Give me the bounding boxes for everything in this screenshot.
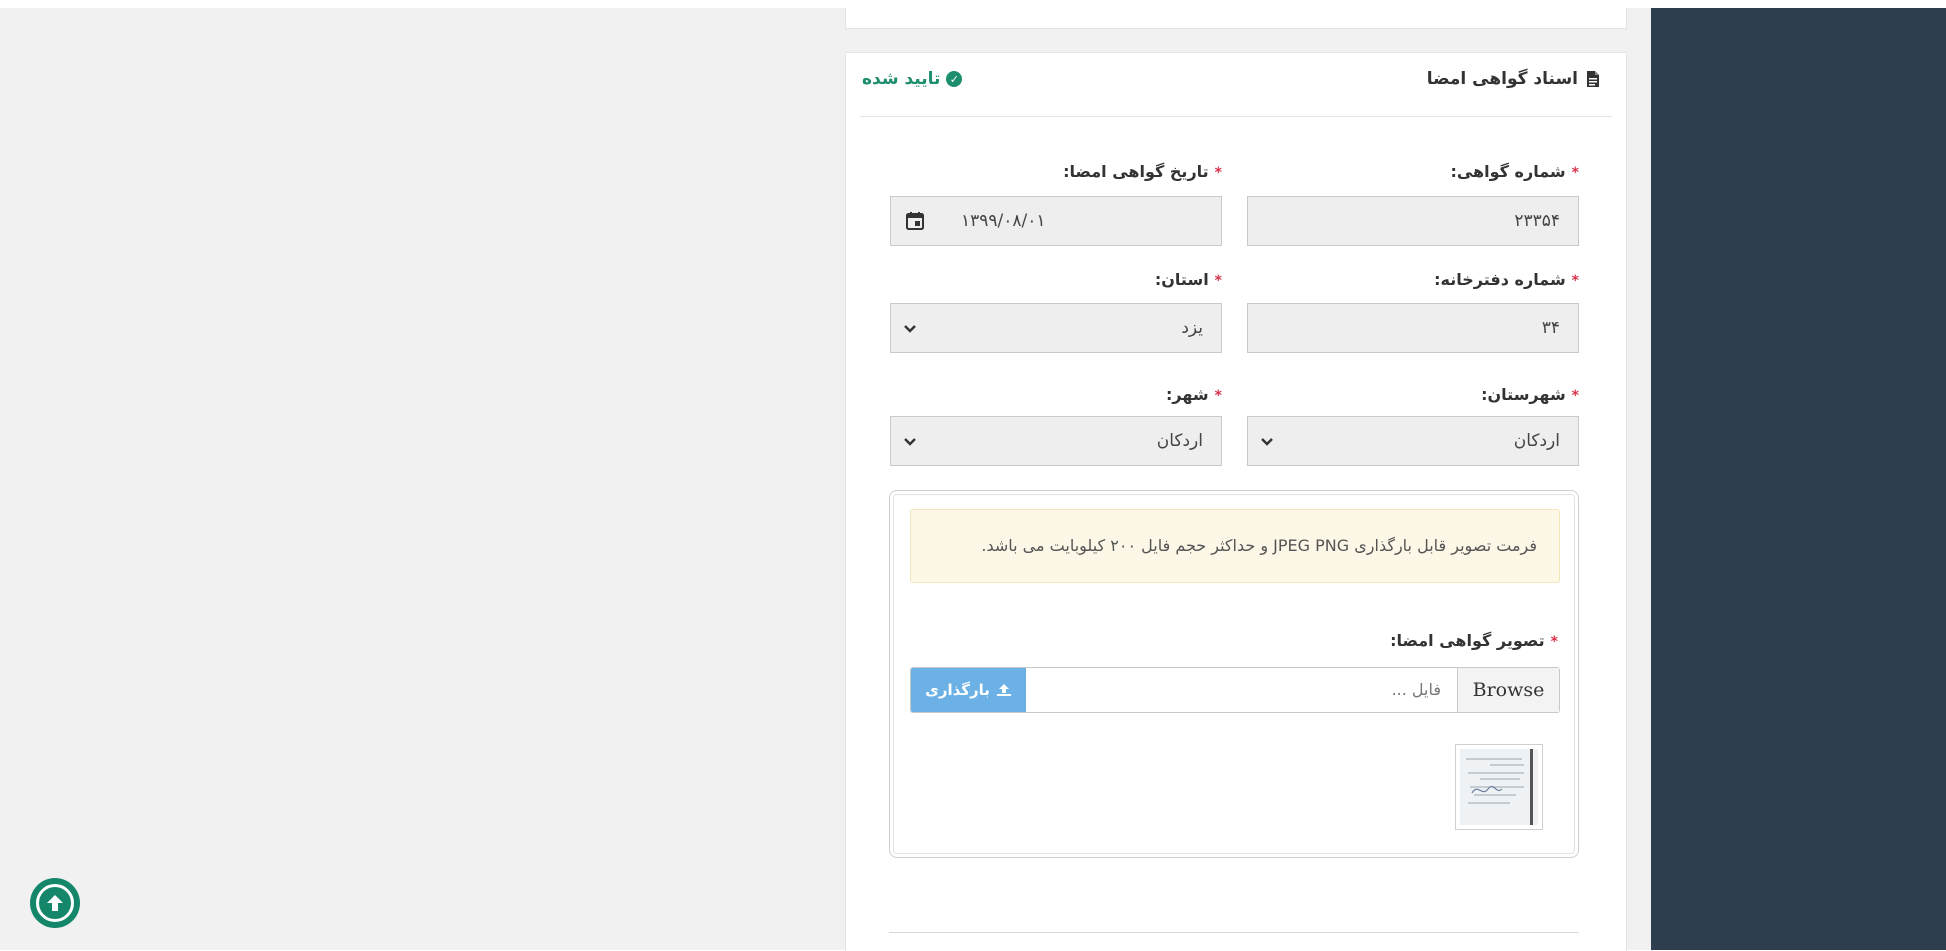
upload-panel: فرمت تصویر قابل بارگذاری JPEG PNG و حداک… — [889, 490, 1579, 858]
browse-button[interactable]: Browse — [1457, 668, 1559, 712]
signature-thumbnail-image — [1460, 749, 1538, 825]
status-text: تایید شده — [862, 69, 941, 89]
signature-thumbnail[interactable] — [1455, 744, 1543, 830]
file-input-group: بارگذاری فایل ... Browse — [910, 667, 1560, 713]
upload-notice: فرمت تصویر قابل بارگذاری JPEG PNG و حداک… — [910, 509, 1560, 583]
province-label: *استان: — [1154, 270, 1222, 289]
card-divider — [860, 116, 1612, 117]
upload-label: *تصویر گواهی امضا: — [1390, 631, 1558, 650]
certificate-number-label: *شماره گواهی: — [1450, 162, 1579, 181]
county-label: *شهرستان: — [1481, 385, 1579, 404]
upload-icon — [996, 684, 1011, 696]
section-divider — [889, 932, 1579, 933]
document-icon — [1587, 71, 1599, 87]
chevron-down-icon — [904, 325, 916, 333]
card-title: اسناد گواهی امضا — [1427, 69, 1600, 89]
sidebar — [1651, 8, 1946, 950]
certificate-number-input[interactable]: ۲۳۳۵۴ — [1247, 196, 1579, 246]
county-select[interactable]: اردکان — [1247, 416, 1579, 466]
chevron-down-icon — [1261, 438, 1273, 446]
scroll-to-top-button[interactable] — [30, 878, 80, 928]
city-select[interactable]: اردکان — [890, 416, 1222, 466]
certificate-date-input[interactable]: ۱۳۹۹/۰۸/۰۱ — [890, 196, 1222, 246]
calendar-icon[interactable] — [905, 211, 925, 231]
status-badge: ✓ تایید شده — [862, 69, 963, 89]
file-name-display[interactable]: فایل ... — [1392, 680, 1441, 699]
previous-card — [845, 8, 1627, 29]
check-circle-icon: ✓ — [946, 71, 963, 87]
card-title-text: اسناد گواهی امضا — [1426, 69, 1578, 89]
certificate-date-label: *تاریخ گواهی امضا: — [1063, 162, 1222, 181]
upload-button[interactable]: بارگذاری — [911, 668, 1026, 712]
arrow-up-circle-icon — [36, 884, 74, 922]
office-number-label: *شماره دفترخانه: — [1434, 270, 1579, 289]
chevron-down-icon — [904, 438, 916, 446]
office-number-input[interactable]: ۳۴ — [1247, 303, 1579, 353]
city-label: *شهر: — [1166, 385, 1222, 404]
province-select[interactable]: یزد — [890, 303, 1222, 353]
